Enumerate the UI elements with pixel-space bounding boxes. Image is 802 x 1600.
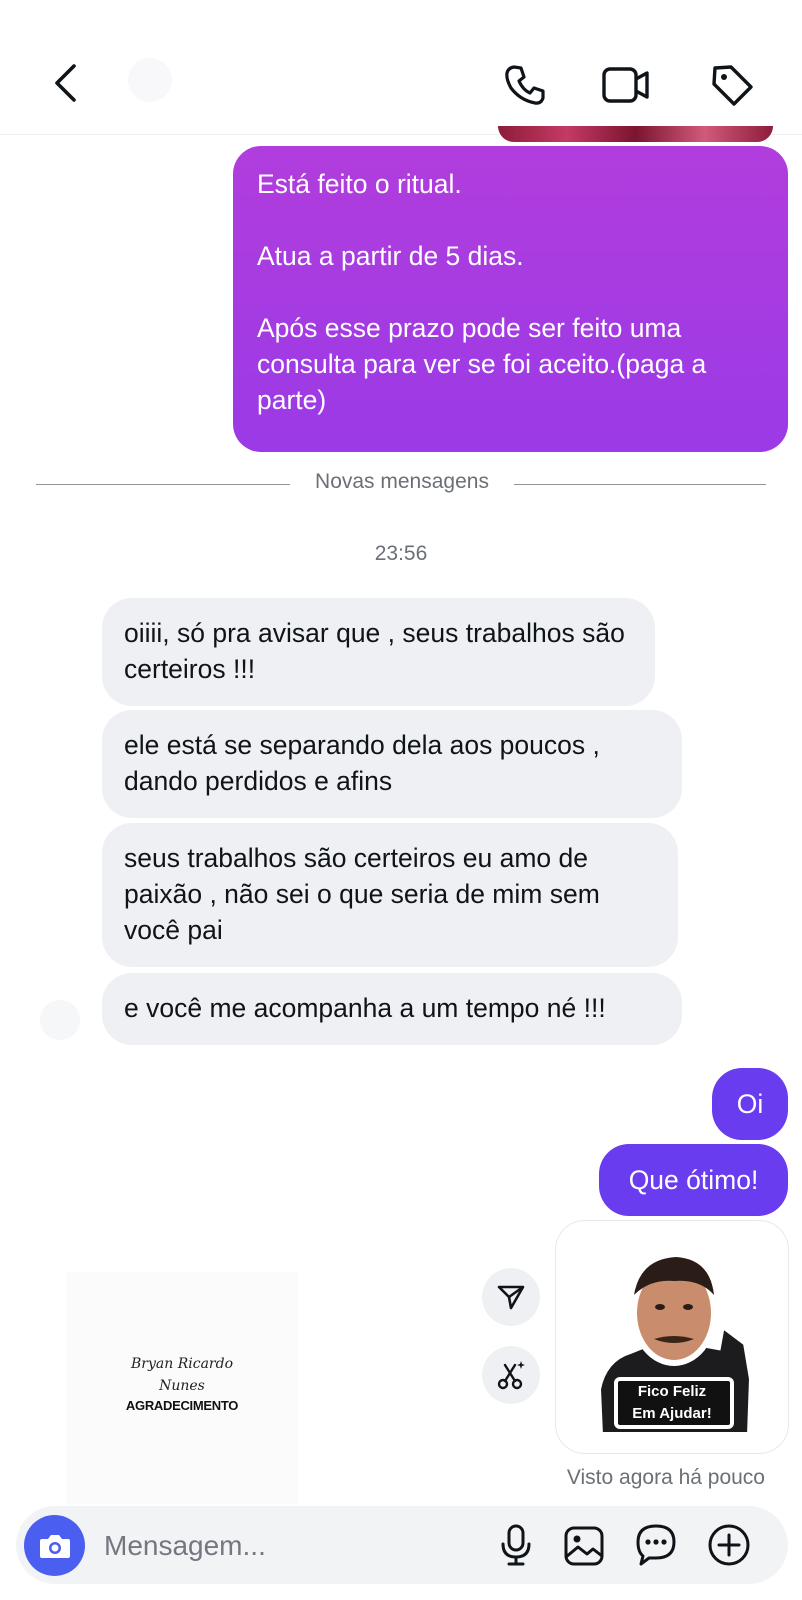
sent-message[interactable]: Que ótimo! — [599, 1144, 788, 1216]
message-text: ele está se separando dela aos poucos , … — [124, 730, 600, 796]
message-text: seus trabalhos são certeiros eu amo de p… — [124, 843, 600, 945]
seen-status: Visto agora há pouco — [566, 1466, 765, 1489]
message-text: Que ótimo! — [628, 1165, 759, 1195]
chevron-left-icon — [55, 64, 76, 102]
microphone-icon — [501, 1524, 531, 1566]
divider-line-right — [514, 484, 766, 485]
scissors-sparkle-icon — [497, 1361, 525, 1390]
message-text: oiiii, só pra avisar que , seus trabalho… — [124, 618, 625, 684]
sticker-text-line: Em Ajudar! — [632, 1405, 712, 1422]
back-button[interactable] — [40, 56, 90, 110]
card-signature-line: Bryan Ricardo — [131, 1356, 233, 1372]
avatar[interactable] — [128, 58, 172, 102]
received-message[interactable]: e você me acompanha a um tempo né !!! — [102, 973, 682, 1045]
sticker-text: Fico Feliz Em Ajudar! — [616, 1381, 728, 1425]
message-text: e você me acompanha a um tempo né !!! — [124, 993, 606, 1023]
card-title: AGRADECIMENTO — [125, 1398, 239, 1413]
image-icon — [564, 1526, 604, 1566]
received-message[interactable]: seus trabalhos são certeiros eu amo de p… — [102, 823, 678, 967]
camera-icon — [39, 1534, 70, 1558]
message-text: Após esse prazo pode ser feito uma consu… — [257, 313, 707, 415]
tag-button[interactable] — [704, 58, 760, 112]
plus-icon — [708, 1524, 750, 1566]
more-button[interactable] — [706, 1522, 752, 1568]
card-signature-line: Nunes — [159, 1378, 205, 1394]
message-text: Está feito o ritual. — [257, 169, 462, 199]
message-text: Atua a partir de 5 dias. — [257, 241, 524, 271]
sent-message-ritual[interactable]: Está feito o ritual. Atua a partir de 5 … — [233, 146, 788, 452]
send-icon — [497, 1285, 525, 1310]
message-input[interactable] — [102, 1522, 476, 1570]
cutout-button[interactable] — [482, 1346, 540, 1404]
video-call-button[interactable] — [598, 58, 654, 112]
message-text: Oi — [736, 1089, 764, 1119]
received-message[interactable]: oiiii, só pra avisar que , seus trabalho… — [102, 598, 655, 706]
received-message[interactable]: ele está se separando dela aos poucos , … — [102, 710, 682, 818]
sender-avatar[interactable] — [40, 1000, 80, 1040]
camera-button[interactable] — [24, 1515, 85, 1576]
share-button[interactable] — [482, 1268, 540, 1326]
gallery-button[interactable] — [562, 1524, 606, 1568]
voice-message-button[interactable] — [496, 1520, 536, 1570]
call-button[interactable] — [498, 58, 552, 112]
sticker-icon — [636, 1524, 676, 1566]
divider-line-left — [36, 484, 290, 485]
sticker-message[interactable]: Fico Feliz Em Ajudar! — [555, 1220, 789, 1454]
sticker-button[interactable] — [634, 1522, 678, 1568]
sent-message[interactable]: Oi — [712, 1068, 788, 1140]
tag-icon — [712, 65, 753, 106]
previous-image-message[interactable] — [498, 126, 773, 142]
new-messages-divider: Novas mensagens — [315, 470, 489, 493]
video-icon — [602, 67, 649, 103]
message-timestamp: 23:56 — [374, 542, 428, 565]
chat-header — [0, 0, 802, 135]
shared-card-agradecimento[interactable]: Bryan Ricardo Nunes AGRADECIMENTO — [66, 1272, 298, 1504]
phone-icon — [505, 65, 545, 105]
sticker-text-line: Fico Feliz — [637, 1383, 707, 1400]
